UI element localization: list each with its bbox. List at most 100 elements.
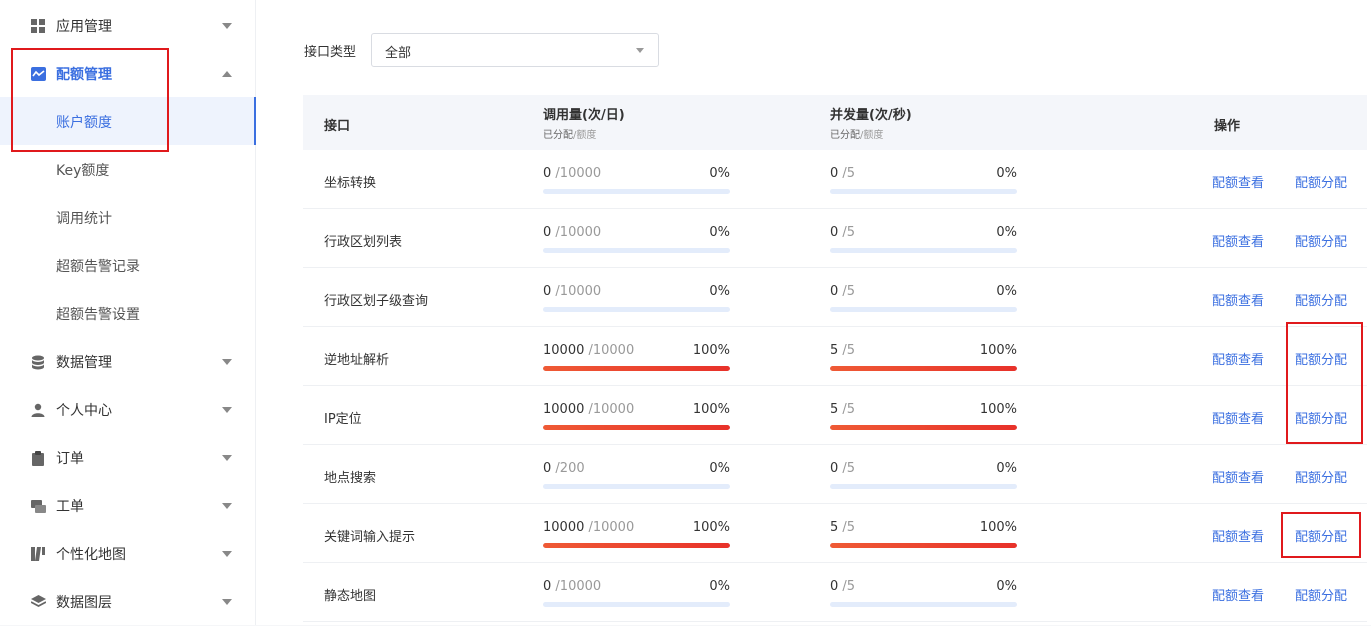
sidebar-subitem-account-quota[interactable]: 账户额度 xyxy=(0,97,256,145)
table-row: 行政区划子级查询 0 /10000 0% 0 /5 0% 配额查看 配额分配 xyxy=(303,268,1367,327)
table-row: 坐标转换 0 /10000 0% 0 /5 0% 配额查看 配额分配 xyxy=(303,150,1367,209)
quota-view-link[interactable]: 配额查看 xyxy=(1212,231,1264,250)
layers-icon xyxy=(30,594,46,610)
calls-progress-bar xyxy=(543,366,730,371)
calls-usage: 0 /200 xyxy=(543,461,585,476)
calls-progress-fill xyxy=(543,543,730,548)
concurrency-metric: 0 /5 0% xyxy=(830,166,1017,194)
quota-allocate-link[interactable]: 配额分配 xyxy=(1295,408,1347,427)
concurrency-progress-bar xyxy=(830,307,1017,312)
header-calls-sub: 已分配/额度 xyxy=(543,130,597,141)
header-concurrency-sub: 已分配/额度 xyxy=(830,130,884,141)
sidebar-item-label: 个人中心 xyxy=(56,403,112,419)
table-row: IP定位 10000 /10000 100% 5 /5 100% 配额查看 配额分配 xyxy=(303,386,1367,445)
api-name: 逆地址解析 xyxy=(324,353,390,368)
clipboard-icon xyxy=(30,450,46,466)
sidebar-item-tickets[interactable]: 工单 xyxy=(0,482,256,530)
sidebar-subitem-over-quota-records[interactable]: 超额告警记录 xyxy=(0,241,256,289)
calls-percent: 100% xyxy=(692,520,730,535)
chevron-down-icon xyxy=(222,551,232,557)
header-actions: 操作 xyxy=(1214,119,1241,134)
sidebar-item-label: 数据图层 xyxy=(56,595,112,611)
calls-progress-bar xyxy=(543,307,730,312)
quota-allocate-link[interactable]: 配额分配 xyxy=(1295,290,1347,309)
sidebar-item-label: 配额管理 xyxy=(56,67,112,83)
api-name: 静态地图 xyxy=(324,589,377,604)
calls-usage: 0 /10000 xyxy=(543,166,602,181)
quota-view-link[interactable]: 配额查看 xyxy=(1212,172,1264,191)
chevron-down-icon xyxy=(222,407,232,413)
sidebar: 应用管理 配额管理 账户额度 Key额度 调用统计 超额告警记录 超额告警设置 … xyxy=(0,0,256,625)
quota-allocate-link[interactable]: 配额分配 xyxy=(1295,349,1347,368)
sidebar-item-data-layers[interactable]: 数据图层 xyxy=(0,578,256,626)
sidebar-item-data-management[interactable]: 数据管理 xyxy=(0,338,256,386)
quota-view-link[interactable]: 配额查看 xyxy=(1212,408,1264,427)
concurrency-progress-fill xyxy=(830,366,1017,371)
quota-allocate-link[interactable]: 配额分配 xyxy=(1295,585,1347,604)
calls-metric: 0 /10000 0% xyxy=(543,579,730,607)
calls-progress-bar xyxy=(543,543,730,548)
sidebar-subitem-label: 超额告警记录 xyxy=(56,259,140,275)
caret-down-icon xyxy=(636,48,644,53)
quota-view-link[interactable]: 配额查看 xyxy=(1212,585,1264,604)
ticket-icon xyxy=(30,498,46,514)
calls-usage: 10000 /10000 xyxy=(543,520,635,535)
sidebar-subitem-call-statistics[interactable]: 调用统计 xyxy=(0,193,256,241)
sidebar-item-custom-map[interactable]: 个性化地图 xyxy=(0,530,256,578)
calls-progress-fill xyxy=(543,425,730,430)
calls-progress-bar xyxy=(543,484,730,489)
quota-view-link[interactable]: 配额查看 xyxy=(1212,290,1264,309)
calls-progress-bar xyxy=(543,425,730,430)
calls-usage: 0 /10000 xyxy=(543,225,602,240)
quota-view-link[interactable]: 配额查看 xyxy=(1212,467,1264,486)
concurrency-metric: 5 /5 100% xyxy=(830,402,1017,430)
sidebar-subitem-label: 超额告警设置 xyxy=(56,307,140,323)
chevron-down-icon xyxy=(222,503,232,509)
calls-usage: 10000 /10000 xyxy=(543,343,635,358)
concurrency-progress-bar xyxy=(830,366,1017,371)
concurrency-percent: 100% xyxy=(979,343,1017,358)
calls-percent: 100% xyxy=(692,402,730,417)
concurrency-percent: 100% xyxy=(979,520,1017,535)
calls-metric: 0 /10000 0% xyxy=(543,284,730,312)
chevron-down-icon xyxy=(222,599,232,605)
sidebar-subitem-label: 账户额度 xyxy=(56,115,112,131)
calls-percent: 0% xyxy=(709,166,730,181)
concurrency-usage: 0 /5 xyxy=(830,284,856,299)
chevron-down-icon xyxy=(222,359,232,365)
sidebar-item-quota-management[interactable]: 配额管理 xyxy=(0,50,256,98)
calls-usage: 0 /10000 xyxy=(543,579,602,594)
quota-allocate-link[interactable]: 配额分配 xyxy=(1295,172,1347,191)
sidebar-item-label: 订单 xyxy=(56,451,84,467)
sidebar-subitem-key-quota[interactable]: Key额度 xyxy=(0,145,256,193)
calls-metric: 10000 /10000 100% xyxy=(543,520,730,548)
sidebar-item-personal-center[interactable]: 个人中心 xyxy=(0,386,256,434)
table-header: 接口 调用量(次/日) 已分配/额度 并发量(次/秒) 已分配/额度 操作 xyxy=(303,95,1367,150)
quota-allocate-link[interactable]: 配额分配 xyxy=(1295,467,1347,486)
concurrency-metric: 5 /5 100% xyxy=(830,343,1017,371)
concurrency-progress-bar xyxy=(830,248,1017,253)
concurrency-progress-fill xyxy=(830,425,1017,430)
sidebar-subitem-over-quota-settings[interactable]: 超额告警设置 xyxy=(0,289,256,337)
quota-allocate-link[interactable]: 配额分配 xyxy=(1295,231,1347,250)
quota-allocate-link[interactable]: 配额分配 xyxy=(1295,526,1347,545)
concurrency-usage: 0 /5 xyxy=(830,166,856,181)
concurrency-metric: 0 /5 0% xyxy=(830,225,1017,253)
header-api: 接口 xyxy=(324,119,351,134)
calls-usage: 0 /10000 xyxy=(543,284,602,299)
concurrency-percent: 100% xyxy=(979,402,1017,417)
api-name: 行政区划子级查询 xyxy=(324,294,429,309)
concurrency-percent: 0% xyxy=(996,225,1017,240)
sidebar-item-app-management[interactable]: 应用管理 xyxy=(0,2,256,50)
concurrency-progress-bar xyxy=(830,484,1017,489)
api-type-select[interactable]: 全部 xyxy=(371,33,659,67)
sidebar-item-orders[interactable]: 订单 xyxy=(0,434,256,482)
quota-view-link[interactable]: 配额查看 xyxy=(1212,526,1264,545)
api-name: 坐标转换 xyxy=(324,176,377,191)
table-row: 静态地图 0 /10000 0% 0 /5 0% 配额查看 配额分配 xyxy=(303,563,1367,622)
user-icon xyxy=(30,402,46,418)
quota-view-link[interactable]: 配额查看 xyxy=(1212,349,1264,368)
calls-progress-fill xyxy=(543,366,730,371)
concurrency-usage: 5 /5 xyxy=(830,520,856,535)
api-name: 关键词输入提示 xyxy=(324,530,416,545)
